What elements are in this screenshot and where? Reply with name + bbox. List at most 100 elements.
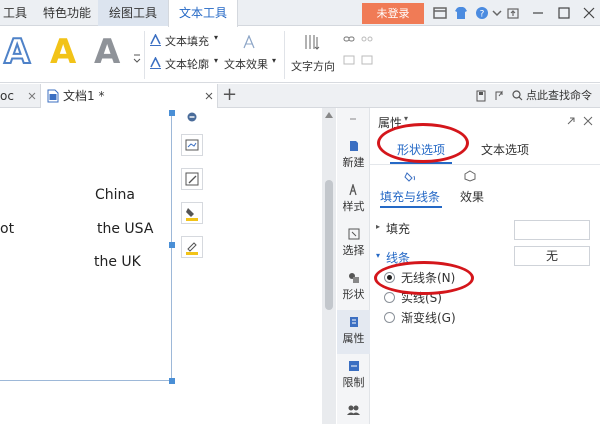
chevron-right-icon[interactable]: ▸ [376,222,380,231]
sidebar-item-restrict[interactable]: 限制 [337,354,370,398]
menu-tab-text-tools[interactable]: 文本工具 [168,0,238,27]
link-icon[interactable] [343,35,355,43]
maximize-icon[interactable] [556,5,572,21]
collapse-icon[interactable] [187,112,197,122]
outline-pen-icon [186,242,198,255]
shape-icon [348,273,359,283]
close-icon[interactable] [583,116,593,126]
svg-text:?: ? [480,10,485,20]
chevron-down-icon[interactable]: ▾ [404,114,408,123]
edit-shape-button[interactable] [181,168,203,190]
select-icon [348,228,359,240]
menu-tab-drawing-tools[interactable]: 绘图工具 [98,0,168,26]
radio-button[interactable] [384,292,395,303]
chevron-down-icon[interactable]: ▾ [214,56,218,65]
subtab-effect[interactable]: 效果 [460,188,484,205]
text-line-1[interactable]: China [95,187,135,203]
sidebar-item-select[interactable]: 选择 [337,222,370,266]
subtab-underline [380,206,442,208]
text-effect-button[interactable]: 文本效果 [224,56,268,72]
chevron-down-icon[interactable] [489,5,505,21]
fill-line-icon [404,172,415,182]
resize-handle[interactable] [169,110,175,116]
users-icon[interactable] [347,404,360,416]
close-tab-icon[interactable] [205,92,213,100]
text-effect-icon [243,35,255,49]
subtab-fill-and-line[interactable]: 填充与线条 [380,188,440,205]
tab-label: 文档1 * [63,89,105,103]
text-box-frame[interactable] [0,113,172,381]
text-line-2[interactable]: the USA [97,221,153,237]
tab-text-options[interactable]: 文本选项 [470,138,540,162]
chevron-down-icon[interactable]: ▾ [376,251,380,260]
text-style-outline-blue[interactable]: A [3,32,31,72]
scroll-up-icon[interactable] [325,112,333,118]
text-line-3[interactable]: the UK [94,254,141,270]
sidebar-item-label: 样式 [342,200,365,213]
menu-tab-features[interactable]: 特色功能 [36,0,98,26]
paint-bucket-icon [186,208,198,221]
textbox-icon[interactable] [361,55,373,65]
divider [370,164,600,165]
sidebar-item-style[interactable]: 样式 [337,178,370,222]
ribbon-divider [144,31,145,79]
sidebar-item-shape[interactable]: 形状 [337,266,370,310]
text-line-2-left[interactable]: ot [0,221,14,237]
close-tab-icon[interactable] [28,92,36,100]
shirt-icon[interactable] [453,5,469,21]
save-icon[interactable] [476,90,486,102]
sidebar-item-label: 属性 [342,332,365,345]
login-button[interactable]: 未登录 [362,3,424,24]
export-icon[interactable] [494,90,504,102]
effect-icon [464,170,476,182]
menu-bar: 工具 特色功能 绘图工具 文本工具 未登录 ? [0,0,600,27]
chevron-down-icon[interactable]: ▾ [272,56,276,65]
ribbon: A A A 文本填充 ▾ 文本轮廓 ▾ 文本效果 ▾ 文字方向 [0,27,600,83]
sidebar-item-properties[interactable]: 属性 [337,310,370,354]
close-icon[interactable] [581,5,597,21]
minimize-icon[interactable] [530,5,546,21]
fill-label[interactable]: 填充 [386,220,410,237]
help-icon[interactable]: ? [474,5,490,21]
option-gradient-line[interactable]: 渐变线(G) [384,309,456,327]
fill-dropdown[interactable] [514,220,590,240]
restore-icon[interactable] [505,5,521,21]
side-icon-bar: 新建 样式 选择 形状 属性 限制 [337,108,370,424]
textbox-icon[interactable] [343,55,355,65]
resize-handle[interactable] [169,242,175,248]
text-style-gray[interactable]: A [94,33,120,71]
option-label: 渐变线(G) [401,311,456,325]
undock-icon[interactable] [566,116,576,126]
chevron-left-icon[interactable] [348,114,358,124]
search-icon [512,90,523,101]
document-scrollbar[interactable] [322,108,336,424]
text-fill-icon [150,34,161,46]
annotation-ellipse [377,123,469,163]
resize-handle[interactable] [169,378,175,384]
skin-icon[interactable] [432,5,448,21]
text-outline-button[interactable]: 文本轮廓 [165,56,209,72]
line-dropdown[interactable]: 无 [514,246,590,266]
text-fill-button[interactable]: 文本填充 [165,33,209,49]
text-style-gold[interactable]: A [50,33,76,71]
search-placeholder: 点此查找命令 [526,89,592,102]
sidebar-item-new[interactable]: 新建 [337,134,370,178]
layout-button[interactable] [181,134,203,156]
tab-current-document[interactable]: 文档1 * [40,84,218,108]
sidebar-item-label: 形状 [342,288,365,301]
outline-color-button[interactable] [181,236,203,258]
radio-button[interactable] [384,312,395,323]
style-gallery-scroll[interactable] [133,41,141,65]
menu-tab-tools[interactable]: 工具 [0,0,30,26]
command-search[interactable]: 点此查找命令 [512,87,600,105]
new-tab-button[interactable]: + [222,84,237,106]
scrollbar-thumb[interactable] [325,180,333,310]
fill-color-button[interactable] [181,202,203,224]
floating-toolbar [177,112,209,262]
chevron-down-icon[interactable]: ▾ [214,33,218,42]
annotation-ellipse [374,261,474,295]
document-icon [47,89,59,103]
text-direction-button[interactable]: 文字方向 [291,58,335,74]
unlink-icon[interactable] [361,35,373,43]
ribbon-divider [284,31,285,79]
